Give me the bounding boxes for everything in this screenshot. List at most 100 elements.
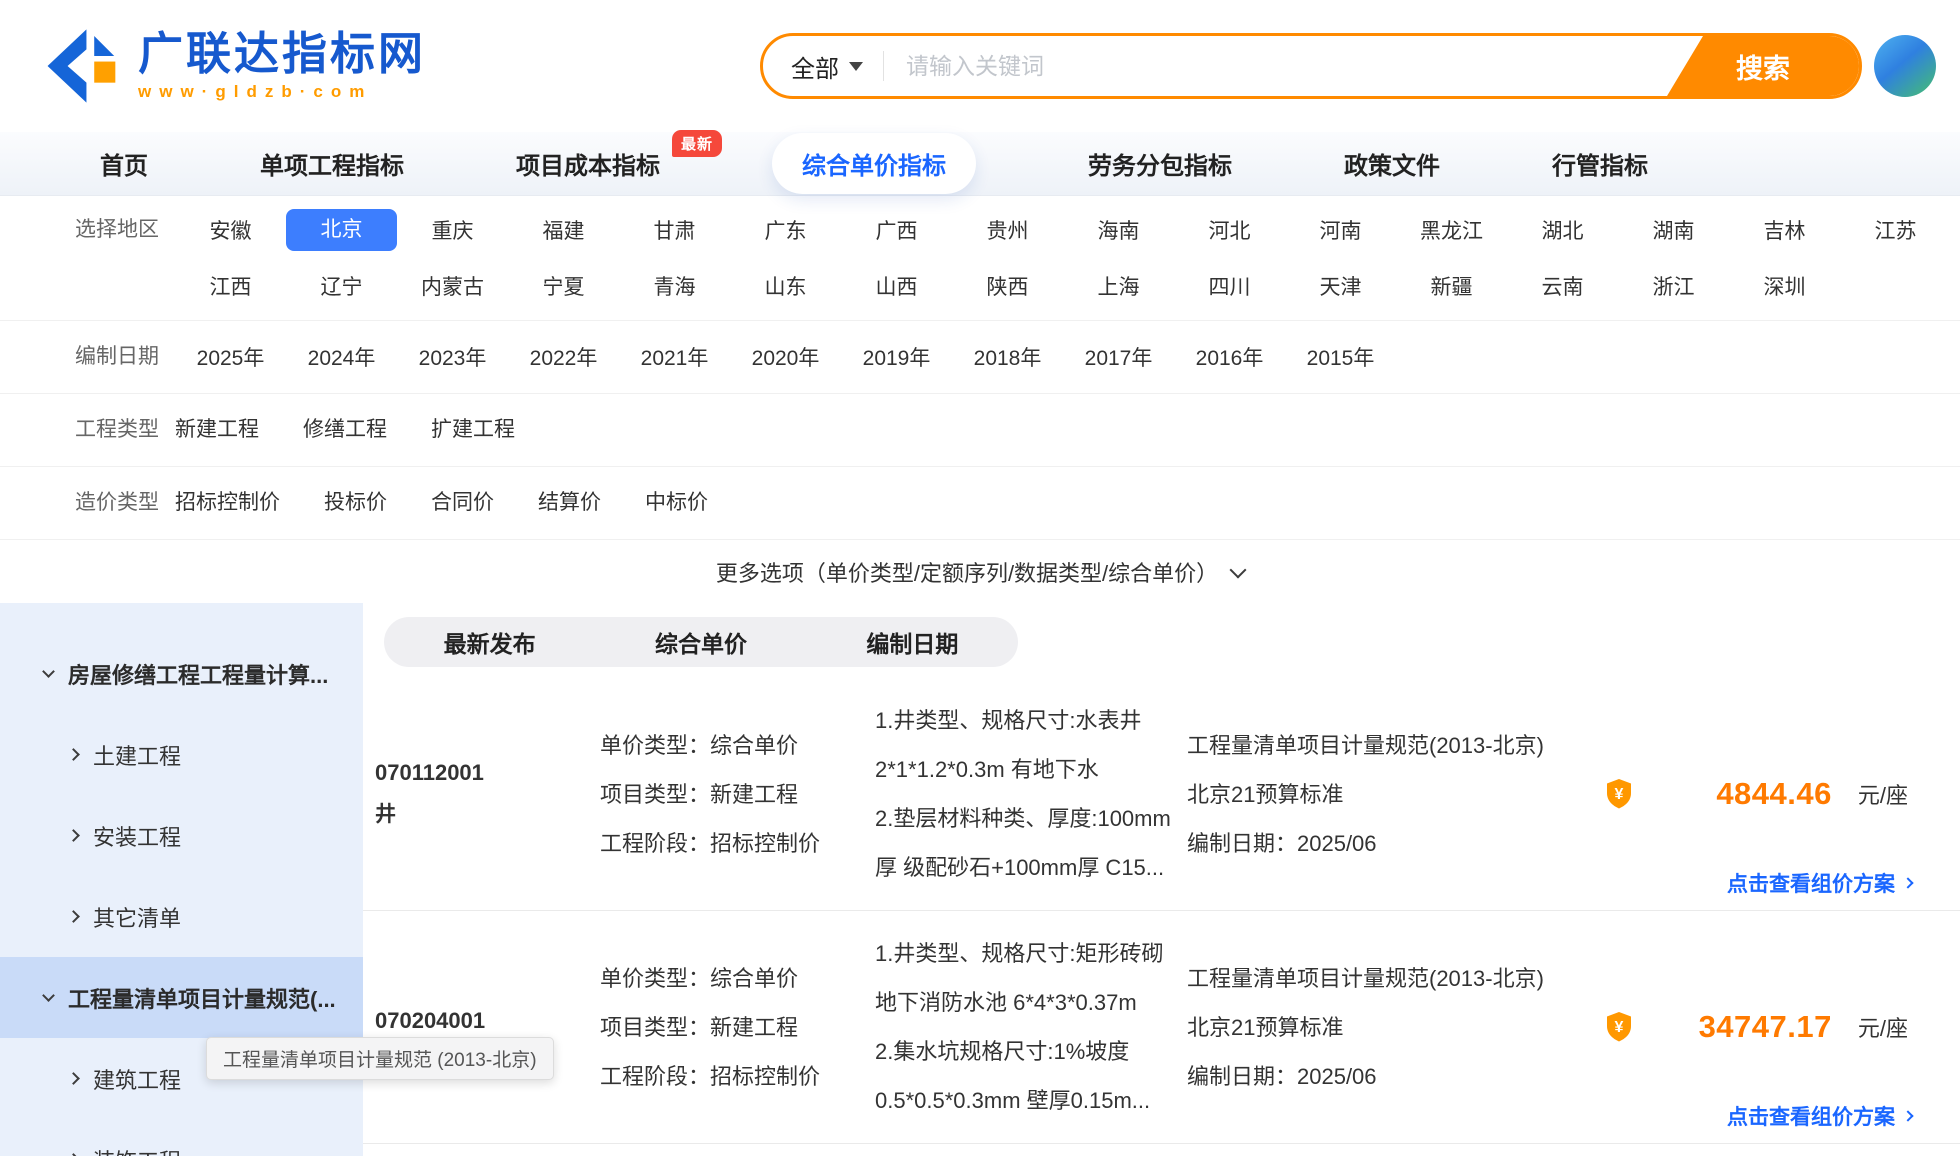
sidebar-item-installation-works[interactable]: 安装工程 xyxy=(0,795,363,876)
sidebar-item-decoration-works[interactable]: 装饰工程 xyxy=(0,1119,363,1156)
item-price-block: ¥ 34747.17 元/座 xyxy=(1604,1009,1960,1045)
region-option[interactable]: 四川 xyxy=(1174,271,1285,301)
price-type-option[interactable]: 中标价 xyxy=(645,475,708,531)
region-option[interactable]: 广东 xyxy=(730,215,841,245)
item-code: 070112001 xyxy=(375,760,600,786)
nav-item-single-project-index[interactable]: 单项工程指标 xyxy=(260,146,404,181)
item-code: 070204001 xyxy=(375,1008,600,1034)
tab-compile-date[interactable]: 编制日期 xyxy=(807,625,1018,659)
region-option[interactable]: 新疆 xyxy=(1396,271,1507,301)
region-option[interactable]: 安徽 xyxy=(175,215,286,245)
item-price: 34747.17 xyxy=(1646,1009,1832,1045)
region-option[interactable]: 青海 xyxy=(619,271,730,301)
region-option[interactable]: 江西 xyxy=(175,271,286,301)
nav-item-policy-files[interactable]: 政策文件 xyxy=(1344,146,1440,181)
project-type-option[interactable]: 新建工程 xyxy=(175,402,259,458)
tab-composite-price[interactable]: 综合单价 xyxy=(595,625,806,659)
region-option[interactable]: 甘肃 xyxy=(619,215,730,245)
region-option[interactable]: 黑龙江 xyxy=(1396,215,1507,245)
year-option[interactable]: 2019年 xyxy=(841,342,952,372)
project-type-filter-row: 工程类型 新建工程 修缮工程 扩建工程 xyxy=(0,393,1960,466)
region-option[interactable]: 广西 xyxy=(841,215,952,245)
item-name: 井 xyxy=(375,798,600,828)
year-option[interactable]: 2016年 xyxy=(1174,342,1285,372)
main-area: 房屋修缮工程工程量计算... 土建工程 安装工程 其它清单 工程量清单项目计量规… xyxy=(0,603,1960,1156)
project-type-option[interactable]: 修缮工程 xyxy=(303,402,387,458)
region-option[interactable]: 天津 xyxy=(1285,271,1396,301)
result-item[interactable]: 070204001 单价类型：综合单价 项目类型：新建工程 工程阶段：招标控制价… xyxy=(363,911,1960,1144)
year-option[interactable]: 2023年 xyxy=(397,342,508,372)
view-plan-link[interactable]: 点击查看组价方案 xyxy=(1727,1101,1912,1131)
region-option[interactable]: 重庆 xyxy=(397,215,508,245)
region-option[interactable]: 山西 xyxy=(841,271,952,301)
region-option[interactable]: 江苏 xyxy=(1840,215,1951,245)
region-option[interactable]: 宁夏 xyxy=(508,271,619,301)
region-option[interactable]: 深圳 xyxy=(1729,271,1840,301)
search-category-value: 全部 xyxy=(791,49,839,84)
svg-text:¥: ¥ xyxy=(1615,786,1624,803)
chevron-down-icon xyxy=(849,62,863,71)
site-url: www·gldzb·com xyxy=(138,82,426,102)
nav-item-admin-index[interactable]: 行管指标 xyxy=(1552,146,1648,181)
nav-item-label: 项目成本指标 xyxy=(516,153,660,180)
region-option[interactable]: 云南 xyxy=(1507,271,1618,301)
view-plan-link[interactable]: 点击查看组价方案 xyxy=(1727,868,1912,898)
search-input[interactable] xyxy=(884,36,1667,96)
region-option[interactable]: 内蒙古 xyxy=(397,271,508,301)
region-option[interactable]: 福建 xyxy=(508,215,619,245)
nav-item-home[interactable]: 首页 xyxy=(100,146,148,181)
more-options-toggle[interactable]: 更多选项（单价类型/定额序列/数据类型/综合单价） xyxy=(0,539,1960,603)
region-option[interactable]: 吉林 xyxy=(1729,215,1840,245)
yen-badge-icon: ¥ xyxy=(1604,778,1634,810)
chevron-right-icon xyxy=(67,748,80,761)
project-type-option[interactable]: 扩建工程 xyxy=(431,402,515,458)
region-option[interactable]: 湖北 xyxy=(1507,215,1618,245)
brand-text: 广联达指标网 www·gldzb·com xyxy=(138,30,426,102)
logo-icon xyxy=(42,26,122,106)
result-item[interactable]: 070112001 井 单价类型：综合单价 项目类型：新建工程 工程阶段：招标控… xyxy=(363,678,1960,911)
sidebar-item-civil-works[interactable]: 土建工程 xyxy=(0,714,363,795)
yen-badge-icon: ¥ xyxy=(1604,1011,1634,1043)
sidebar-group-repair-works[interactable]: 房屋修缮工程工程量计算... xyxy=(0,633,363,714)
year-option[interactable]: 2021年 xyxy=(619,342,730,372)
region-option[interactable]: 辽宁 xyxy=(286,271,397,301)
region-option[interactable]: 上海 xyxy=(1063,271,1174,301)
region-option[interactable]: 河南 xyxy=(1285,215,1396,245)
site-title: 广联达指标网 xyxy=(138,30,426,77)
search-category-dropdown[interactable]: 全部 xyxy=(763,49,883,84)
region-option[interactable]: 湖南 xyxy=(1618,215,1729,245)
sidebar-item-other-list[interactable]: 其它清单 xyxy=(0,876,363,957)
search-button[interactable]: 搜索 xyxy=(1667,36,1859,96)
price-type-option[interactable]: 招标控制价 xyxy=(175,475,280,531)
region-option[interactable]: 陕西 xyxy=(952,271,1063,301)
year-option[interactable]: 2022年 xyxy=(508,342,619,372)
region-option-selected[interactable]: 北京 xyxy=(286,209,397,251)
search-bar: 全部 搜索 xyxy=(760,33,1862,99)
region-option[interactable]: 海南 xyxy=(1063,215,1174,245)
year-option[interactable]: 2024年 xyxy=(286,342,397,372)
price-type-option[interactable]: 投标价 xyxy=(324,475,387,531)
main-nav: 首页 单项工程指标 项目成本指标 最新 综合单价指标 劳务分包指标 政策文件 行… xyxy=(0,132,1960,196)
year-option[interactable]: 2015年 xyxy=(1285,342,1396,372)
year-option[interactable]: 2020年 xyxy=(730,342,841,372)
year-option[interactable]: 2025年 xyxy=(175,342,286,372)
tab-latest[interactable]: 最新发布 xyxy=(384,625,595,659)
region-filter-label: 选择地区 xyxy=(75,202,175,258)
price-type-option[interactable]: 结算价 xyxy=(538,475,601,531)
year-option[interactable]: 2017年 xyxy=(1063,342,1174,372)
avatar[interactable] xyxy=(1874,35,1936,97)
region-option[interactable]: 山东 xyxy=(730,271,841,301)
price-type-option[interactable]: 合同价 xyxy=(431,475,494,531)
nav-item-composite-unit-price-index[interactable]: 综合单价指标 xyxy=(772,133,976,194)
region-option[interactable]: 贵州 xyxy=(952,215,1063,245)
sidebar-group-measurement-spec[interactable]: 工程量清单项目计量规范(... xyxy=(0,957,363,1038)
brand[interactable]: 广联达指标网 www·gldzb·com xyxy=(42,26,426,106)
region-option[interactable]: 浙江 xyxy=(1618,271,1729,301)
tooltip: 工程量清单项目计量规范 (2013-北京) xyxy=(206,1037,554,1080)
nav-item-labor-subcontract-index[interactable]: 劳务分包指标 xyxy=(1088,146,1232,181)
nav-item-project-cost-index[interactable]: 项目成本指标 最新 xyxy=(516,146,660,181)
year-option[interactable]: 2018年 xyxy=(952,342,1063,372)
date-filter-label: 编制日期 xyxy=(75,329,175,385)
item-description: 1.井类型、规格尺寸:矩形砖砌 地下消防水池 6*4*3*0.37m 2.集水坑… xyxy=(875,929,1187,1125)
region-option[interactable]: 河北 xyxy=(1174,215,1285,245)
